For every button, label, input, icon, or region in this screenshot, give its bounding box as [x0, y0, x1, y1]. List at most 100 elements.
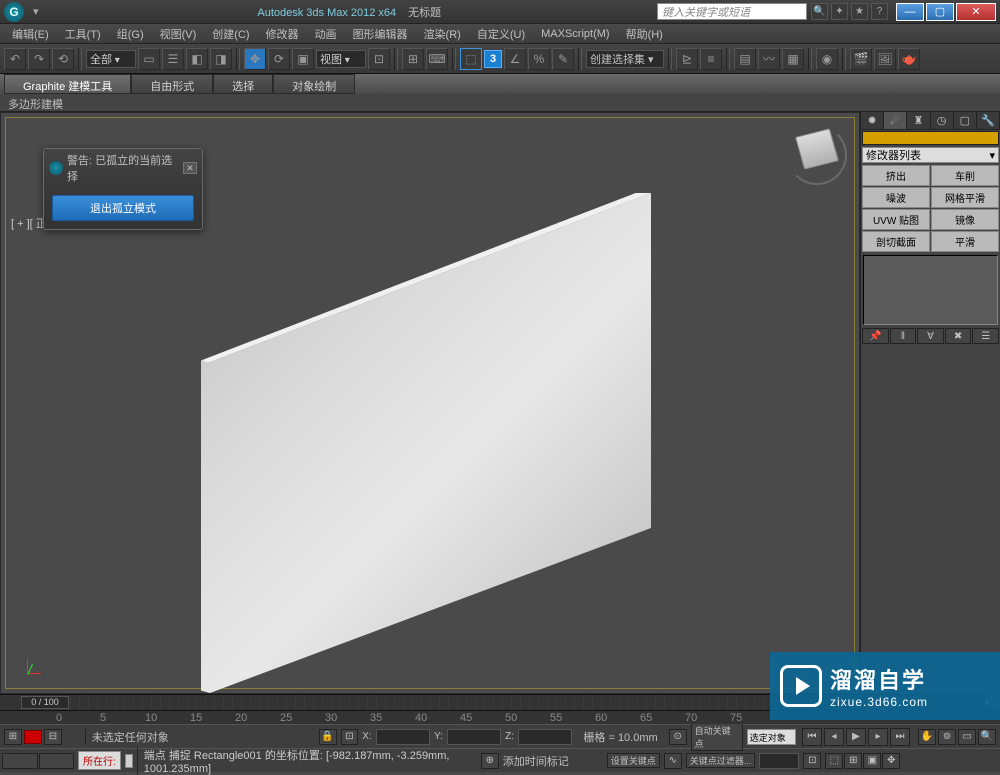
goto-start-button[interactable]: ⏮: [802, 728, 822, 746]
select-manip-button[interactable]: ⊞: [402, 48, 424, 70]
time-config-button[interactable]: ⊡: [803, 753, 821, 769]
ribbon-panel-label[interactable]: 多边形建模: [0, 94, 1000, 112]
prev-frame-button[interactable]: ◂: [824, 728, 844, 746]
stack-showend-button[interactable]: ǁ: [890, 328, 917, 344]
render-setup-button[interactable]: 🎬: [850, 48, 872, 70]
nav-zoom-region-button[interactable]: ⬚: [825, 753, 843, 769]
nav-zoom-button[interactable]: 🔍: [978, 729, 996, 745]
close-button[interactable]: ✕: [956, 3, 996, 21]
track-selset-button[interactable]: ⊞: [4, 729, 22, 745]
menu-customize[interactable]: 自定义(U): [471, 24, 531, 44]
script-mini-b[interactable]: [39, 753, 75, 769]
schematic-button[interactable]: ▦: [782, 48, 804, 70]
autokey-button[interactable]: 自动关键点: [691, 723, 743, 751]
redo-button[interactable]: ↷: [28, 48, 50, 70]
current-frame-input[interactable]: [759, 753, 799, 769]
nav-pan2-button[interactable]: ✥: [882, 753, 900, 769]
menu-grapheditors[interactable]: 图形编辑器: [347, 24, 414, 44]
named-sel-set-dropdown[interactable]: 创建选择集 ▾: [586, 50, 664, 68]
key-target-dropdown[interactable]: 选定对象: [747, 729, 796, 745]
nav-zoom-ext-button[interactable]: ⊞: [844, 753, 862, 769]
mod-slice[interactable]: 剖切截面: [862, 231, 930, 252]
menu-maxscript[interactable]: MAXScript(M): [535, 26, 615, 42]
isolation-warning-dialog[interactable]: 警告: 已孤立的当前选择 ✕ 退出孤立模式: [43, 148, 203, 230]
search-icon[interactable]: 🔍: [811, 3, 828, 20]
favorites-icon[interactable]: ★: [851, 3, 868, 20]
nav-fov-button[interactable]: ▭: [958, 729, 976, 745]
snap-toggle-button[interactable]: ⬚: [460, 48, 482, 70]
exit-isolation-button[interactable]: 退出孤立模式: [52, 195, 194, 221]
percent-snap-button[interactable]: %: [528, 48, 550, 70]
viewport[interactable]: [ + ][ 正交 ][ 真实 + 边面 ] 警告: 已孤立的当前选择 ✕ 退出…: [0, 112, 860, 694]
key-mode-icon[interactable]: ∿: [664, 753, 682, 769]
quick-tool-icon[interactable]: ▾: [33, 5, 39, 18]
nav-arc-button[interactable]: ⊚: [938, 729, 956, 745]
key-filters-button[interactable]: 关键点过滤器...: [686, 753, 756, 768]
use-center-button[interactable]: ⊡: [368, 48, 390, 70]
stack-remove-button[interactable]: ✖: [945, 328, 972, 344]
play-button[interactable]: ▶: [846, 728, 866, 746]
move-button[interactable]: ✥: [244, 48, 266, 70]
mod-extrude[interactable]: 挤出: [862, 165, 930, 186]
selection-filter-dropdown[interactable]: 全部 ▾: [86, 50, 136, 68]
menu-group[interactable]: 组(G): [111, 24, 150, 44]
panel-motion-icon[interactable]: ◷: [931, 112, 954, 129]
coord-y-input[interactable]: [447, 729, 501, 745]
ref-coord-dropdown[interactable]: 视图 ▾: [316, 50, 366, 68]
track-red-button[interactable]: [24, 730, 42, 744]
link-button[interactable]: ⟲: [52, 48, 74, 70]
track-misc-button[interactable]: ⊟: [44, 729, 62, 745]
nav-max-toggle-button[interactable]: ▣: [863, 753, 881, 769]
app-icon[interactable]: G: [4, 2, 24, 22]
menu-help[interactable]: 帮助(H): [620, 24, 669, 44]
isolate-button[interactable]: ⊙: [669, 729, 687, 745]
menu-modifiers[interactable]: 修改器: [260, 24, 305, 44]
menu-edit[interactable]: 编辑(E): [6, 24, 55, 44]
mod-uvwmap[interactable]: UVW 贴图: [862, 209, 930, 230]
panel-hierarchy-icon[interactable]: ♜: [907, 112, 930, 129]
curve-editor-button[interactable]: 〰: [758, 48, 780, 70]
nav-pan-button[interactable]: ✋: [918, 729, 936, 745]
tab-objectpaint[interactable]: 对象绘制: [273, 74, 355, 94]
layers-button[interactable]: ▤: [734, 48, 756, 70]
prompt-spinner[interactable]: [125, 754, 133, 768]
menu-rendering[interactable]: 渲染(R): [418, 24, 467, 44]
mod-lathe[interactable]: 车削: [931, 165, 999, 186]
mirror-button[interactable]: ⊵: [676, 48, 698, 70]
mod-smooth[interactable]: 平滑: [931, 231, 999, 252]
window-crossing-button[interactable]: ◨: [210, 48, 232, 70]
undo-button[interactable]: ↶: [4, 48, 26, 70]
stack-unique-button[interactable]: ∀: [917, 328, 944, 344]
view-cube[interactable]: [787, 125, 847, 185]
help-icon[interactable]: ?: [871, 3, 888, 20]
add-time-tag-label[interactable]: 添加时间标记: [503, 753, 603, 769]
tab-selection[interactable]: 选择: [213, 74, 273, 94]
scale-button[interactable]: ▣: [292, 48, 314, 70]
keyboard-shortcut-button[interactable]: ⌨: [426, 48, 448, 70]
menu-tools[interactable]: 工具(T): [59, 24, 107, 44]
select-name-button[interactable]: ☰: [162, 48, 184, 70]
lock-selection-button[interactable]: 🔒: [319, 729, 337, 745]
rotate-button[interactable]: ⟳: [268, 48, 290, 70]
coord-x-input[interactable]: [376, 729, 430, 745]
stack-config-button[interactable]: ☰: [972, 328, 999, 344]
mod-noise[interactable]: 噪波: [862, 187, 930, 208]
tab-freeform[interactable]: 自由形式: [131, 74, 213, 94]
modifier-stack[interactable]: [863, 255, 998, 325]
minimize-button[interactable]: —: [896, 3, 924, 21]
panel-display-icon[interactable]: ▢: [954, 112, 977, 129]
abs-rel-button[interactable]: ⊡: [341, 729, 359, 745]
time-slider-thumb[interactable]: 0 / 100: [21, 696, 69, 709]
goto-end-button[interactable]: ⏭: [890, 728, 910, 746]
object-color-swatch[interactable]: [862, 131, 999, 145]
script-mini-a[interactable]: [2, 753, 38, 769]
time-tag-button[interactable]: ⊕: [481, 753, 499, 769]
coord-z-input[interactable]: [518, 729, 572, 745]
modifier-list-dropdown[interactable]: 修改器列表▾: [862, 147, 999, 163]
panel-utilities-icon[interactable]: 🔧: [977, 112, 1000, 129]
menu-create[interactable]: 创建(C): [206, 24, 255, 44]
next-frame-button[interactable]: ▸: [868, 728, 888, 746]
help-search-input[interactable]: 键入关键字或短语: [657, 3, 807, 20]
panel-modify-icon[interactable]: ☄: [884, 112, 907, 129]
snap-3-button[interactable]: 3: [484, 50, 502, 68]
